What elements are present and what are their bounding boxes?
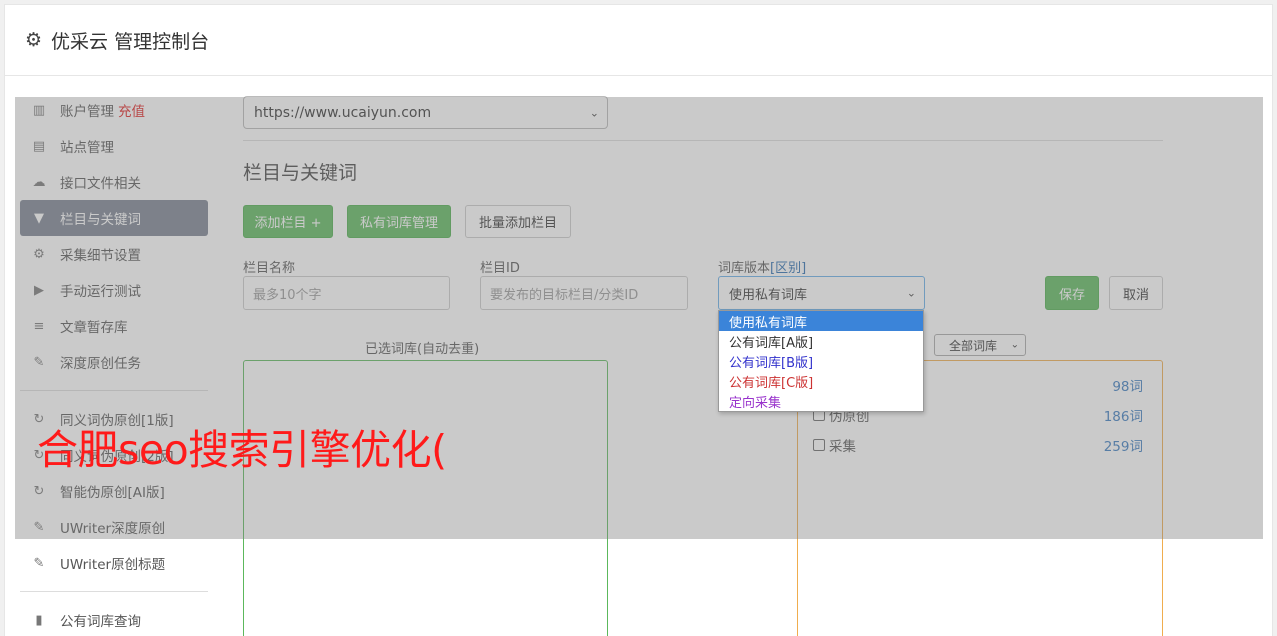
lib-count: 259词	[1103, 439, 1143, 455]
sidebar-divider	[20, 591, 208, 592]
edit-icon: ✎	[33, 354, 45, 370]
console-title: 优采云 管理控制台	[51, 30, 210, 53]
lib-filter-value: 全部词库	[949, 338, 998, 353]
sidebar-item-label: 采集细节设置	[60, 248, 141, 264]
dropdown-option[interactable]: 定向采集	[719, 391, 923, 411]
column-id-label: 栏目ID	[480, 261, 520, 276]
sidebar-item-manual-run[interactable]: ▶ 手动运行测试	[20, 272, 208, 308]
sidebar-item-article-store[interactable]: ≡ 文章暂存库	[20, 308, 208, 344]
version-select[interactable]: 使用私有词库 ⌄	[718, 276, 925, 310]
cogs-icon: ⚙	[33, 246, 45, 262]
sidebar-item-label: 接口文件相关	[60, 176, 141, 192]
sidebar-item-columns-keywords[interactable]: ▼ 栏目与关键词	[20, 200, 208, 236]
content-area: ▥ 账户管理 充值 ▤ 站点管理 ☁ 接口文件相关 ▼ 栏目与关键词 ⚙ 采集细…	[10, 92, 1269, 636]
server-icon: ▤	[32, 138, 46, 154]
lib-row-label: 采集	[829, 439, 856, 455]
filter-icon: ▼	[34, 210, 44, 226]
version-dropdown: 使用私有词库 公有词库[A版] 公有词库[B版] 公有词库[C版] 定向采集	[718, 310, 924, 412]
save-button[interactable]: 保存	[1045, 276, 1099, 310]
difference-link[interactable]: [区别]	[770, 261, 806, 276]
database-icon: ≡	[33, 318, 45, 334]
bar-chart-icon: ▥	[32, 102, 46, 118]
site-select[interactable]: https://www.ucaiyun.com ⌄	[243, 96, 608, 129]
top-bar: ⚙ 优采云 管理控制台	[5, 5, 1272, 76]
chevron-down-icon: ⌄	[589, 106, 599, 119]
page-title: 栏目与关键词	[243, 162, 358, 184]
sidebar-item-label: 深度原创任务	[60, 356, 141, 372]
lib-count: 186词	[1103, 409, 1143, 425]
cloud-upload-icon: ☁	[32, 174, 46, 190]
recharge-link[interactable]: 充值	[118, 100, 145, 120]
sidebar-item-label: UWriter原创标题	[60, 557, 166, 573]
sidebar-item-label: 智能伪原创[AI版]	[60, 485, 165, 501]
dropdown-option[interactable]: 公有词库[B版]	[719, 351, 923, 371]
version-select-value: 使用私有词库	[729, 287, 808, 303]
edit-icon: ✎	[33, 555, 45, 571]
add-column-button[interactable]: 添加栏目 +	[243, 205, 333, 238]
edit-icon: ✎	[33, 519, 45, 535]
sidebar-item-label: 公有词库查询	[60, 614, 141, 630]
sidebar-item-ai-rewrite[interactable]: ↻ 智能伪原创[AI版]	[20, 473, 208, 509]
sidebar-item-account[interactable]: ▥ 账户管理 充值	[20, 92, 208, 128]
sidebar-item-collect-settings[interactable]: ⚙ 采集细节设置	[20, 236, 208, 272]
sidebar-item-label: 文章暂存库	[60, 320, 128, 336]
dropdown-option[interactable]: 公有词库[A版]	[719, 331, 923, 351]
lib-filter-select[interactable]: 全部词库 ⌄	[934, 334, 1026, 356]
version-label: 词库版本[区别]	[718, 257, 806, 276]
sidebar: ▥ 账户管理 充值 ▤ 站点管理 ☁ 接口文件相关 ▼ 栏目与关键词 ⚙ 采集细…	[20, 92, 208, 636]
sidebar-item-public-lib-query[interactable]: ▮ 公有词库查询	[20, 602, 208, 636]
play-circle-icon: ▶	[34, 282, 44, 298]
sidebar-item-label: UWriter深度原创	[60, 521, 166, 537]
sidebar-item-uwriter-deep[interactable]: ✎ UWriter深度原创	[20, 509, 208, 545]
lib-row[interactable]: 采集 259词	[813, 434, 1143, 456]
lib-count: 98词	[1112, 379, 1143, 395]
chevron-down-icon: ⌄	[906, 286, 916, 300]
divider	[243, 140, 1163, 141]
column-name-label: 栏目名称	[243, 261, 296, 276]
lib-checkbox[interactable]	[813, 439, 825, 451]
sidebar-item-deep-original[interactable]: ✎ 深度原创任务	[20, 344, 208, 380]
sidebar-divider	[20, 390, 208, 391]
site-select-value: https://www.ucaiyun.com	[254, 104, 432, 121]
sidebar-item-label: 站点管理	[60, 140, 114, 156]
book-icon: ▮	[35, 612, 43, 628]
refresh-icon: ↻	[33, 483, 45, 499]
sidebar-item-sites[interactable]: ▤ 站点管理	[20, 128, 208, 164]
watermark-text: 合肥seo搜索引擎优化(	[37, 426, 447, 474]
sidebar-item-uwriter-title[interactable]: ✎ UWriter原创标题	[20, 545, 208, 581]
gear-icon: ⚙	[25, 28, 43, 51]
chevron-down-icon: ⌄	[1010, 339, 1019, 351]
column-name-input[interactable]: 最多10个字	[243, 276, 450, 310]
sidebar-item-label: 栏目与关键词	[60, 212, 141, 228]
private-lib-button[interactable]: 私有词库管理	[347, 205, 451, 238]
cancel-button[interactable]: 取消	[1109, 276, 1163, 310]
selected-lib-box[interactable]	[243, 360, 608, 636]
version-label-text: 词库版本	[718, 261, 771, 276]
batch-add-button[interactable]: 批量添加栏目	[465, 205, 571, 238]
sidebar-item-interface-files[interactable]: ☁ 接口文件相关	[20, 164, 208, 200]
dropdown-option[interactable]: 公有词库[C版]	[719, 371, 923, 391]
sidebar-item-label: 账户管理	[60, 104, 114, 120]
column-id-input[interactable]: 要发布的目标栏目/分类ID	[480, 276, 688, 310]
sidebar-item-label: 手动运行测试	[60, 284, 141, 300]
selected-lib-title: 已选词库(自动去重)	[365, 342, 480, 357]
dropdown-option[interactable]: 使用私有词库	[719, 311, 923, 331]
